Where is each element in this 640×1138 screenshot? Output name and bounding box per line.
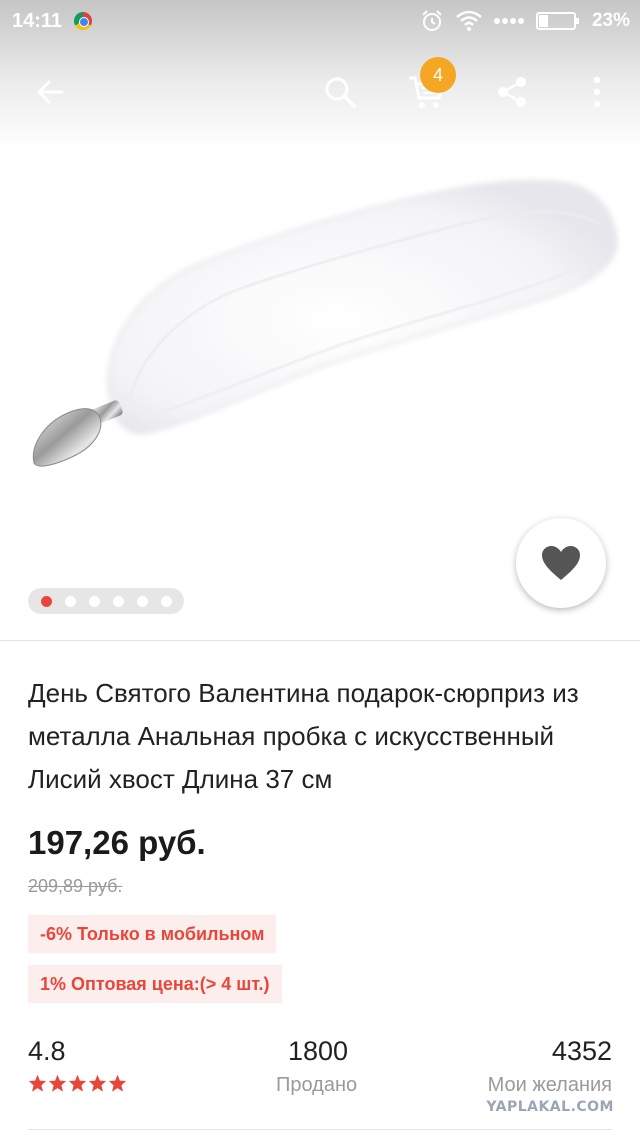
more-vertical-icon (593, 76, 601, 108)
pager-dot-active[interactable] (40, 595, 52, 607)
search-button[interactable] (312, 64, 368, 120)
section-divider (0, 640, 640, 641)
star-icon (68, 1074, 87, 1092)
alarm-icon (422, 10, 442, 31)
star-icon (88, 1074, 107, 1092)
product-title: День Святого Валентина подарок-сюрприз и… (28, 678, 579, 794)
status-bar: 14:11 23% (0, 0, 640, 44)
image-pager-dots[interactable] (28, 588, 184, 614)
top-toolbar (0, 56, 640, 130)
star-icon (28, 1074, 47, 1092)
wifi-icon (456, 10, 482, 31)
battery-percent: 23% (591, 10, 630, 31)
wholesale-price-badge[interactable]: 1% Оптовая цена:(> 4 шт.) (28, 965, 282, 1003)
signal-dots-icon (493, 18, 524, 24)
mobile-discount-badge: -6% Только в мобильном (28, 915, 277, 953)
battery-icon (535, 12, 579, 30)
wishlist-count: 4352 (551, 1036, 612, 1066)
sold-count: 1800 (288, 1036, 349, 1066)
cart-count-badge: 4 (420, 57, 456, 93)
star-icon (48, 1074, 67, 1092)
add-to-wishlist-button[interactable] (516, 518, 606, 608)
back-arrow-icon (37, 80, 64, 104)
pager-dot[interactable] (112, 595, 124, 607)
sold-label: Продано (276, 1074, 358, 1096)
site-watermark: YAPLAKAL.COM (486, 1099, 614, 1115)
share-icon (498, 77, 526, 107)
search-icon (325, 77, 356, 108)
product-price: 197,26 руб. (28, 824, 206, 861)
section-divider (28, 1129, 612, 1130)
status-time: 14:11 (12, 10, 63, 32)
chrome-icon (74, 12, 92, 30)
pager-dot[interactable] (160, 595, 172, 607)
share-button[interactable] (484, 64, 540, 120)
rating-value: 4.8 (28, 1036, 66, 1066)
pager-dot[interactable] (136, 595, 148, 607)
wishlist-label: Мои желания (487, 1074, 612, 1096)
heart-icon (542, 546, 580, 580)
status-icons: 23% (420, 8, 630, 34)
rating-stars[interactable] (28, 1074, 127, 1092)
pager-dot[interactable] (88, 595, 100, 607)
more-options-button[interactable] (569, 64, 625, 120)
back-button[interactable] (22, 64, 78, 120)
star-icon (108, 1074, 127, 1092)
product-old-price: 209,89 руб. (28, 876, 123, 896)
pager-dot[interactable] (64, 595, 76, 607)
